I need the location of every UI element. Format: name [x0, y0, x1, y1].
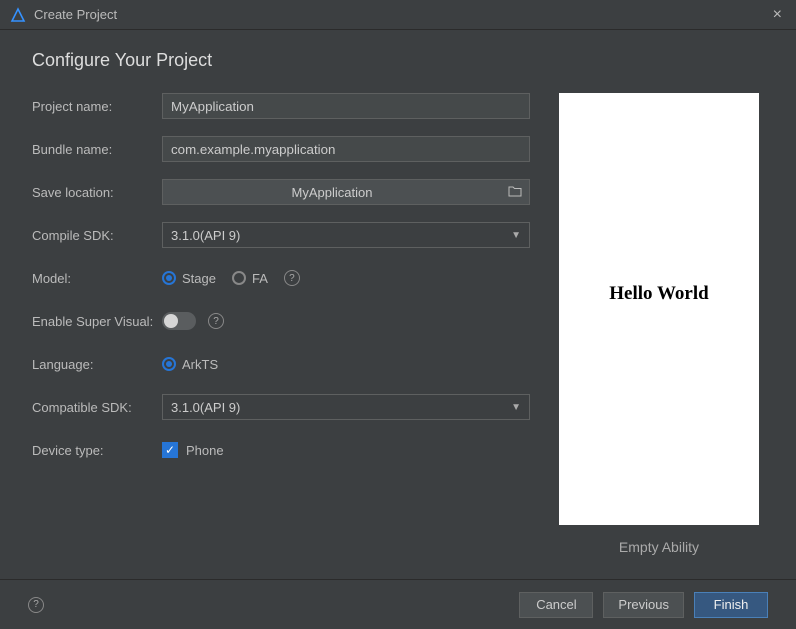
toggle-knob [164, 314, 178, 328]
project-name-input[interactable] [162, 93, 530, 119]
model-stage-radio[interactable]: Stage [162, 271, 216, 286]
chevron-down-icon: ▼ [511, 402, 521, 413]
device-phone-checkbox[interactable]: ✓ [162, 442, 178, 458]
enable-super-visual-toggle[interactable] [162, 312, 196, 330]
folder-icon[interactable] [501, 185, 529, 200]
app-logo-icon [10, 7, 26, 23]
label-device-type: Device type: [32, 443, 162, 458]
language-arkts-radio[interactable]: ArkTS [162, 357, 218, 372]
bundle-name-input[interactable] [162, 136, 530, 162]
window-title: Create Project [34, 7, 769, 22]
chevron-down-icon: ▼ [511, 230, 521, 241]
save-location-field[interactable]: MyApplication [162, 179, 530, 205]
label-save-location: Save location: [32, 185, 162, 200]
compatible-sdk-select[interactable]: 3.1.0(API 9) ▼ [162, 394, 530, 420]
compile-sdk-value: 3.1.0(API 9) [171, 228, 511, 243]
label-project-name: Project name: [32, 99, 162, 114]
model-fa-label: FA [252, 271, 268, 286]
radio-icon [162, 271, 176, 285]
help-icon[interactable]: ? [208, 313, 224, 329]
label-compatible-sdk: Compatible SDK: [32, 400, 162, 415]
label-compile-sdk: Compile SDK: [32, 228, 162, 243]
label-enable-super-visual: Enable Super Visual: [32, 314, 162, 329]
help-icon[interactable]: ? [28, 597, 44, 613]
titlebar: Create Project × [0, 0, 796, 30]
model-fa-radio[interactable]: FA [232, 271, 268, 286]
device-phone-label: Phone [186, 443, 224, 458]
finish-button[interactable]: Finish [694, 592, 768, 618]
page-title: Configure Your Project [32, 50, 764, 71]
model-stage-label: Stage [182, 271, 216, 286]
preview-column: Hello World Empty Ability [554, 93, 764, 555]
compatible-sdk-value: 3.1.0(API 9) [171, 400, 511, 415]
preview-caption: Empty Ability [619, 539, 699, 555]
preview-text: Hello World [609, 283, 708, 305]
radio-icon [232, 271, 246, 285]
close-icon[interactable]: × [769, 6, 786, 24]
label-language: Language: [32, 357, 162, 372]
compile-sdk-select[interactable]: 3.1.0(API 9) ▼ [162, 222, 530, 248]
label-bundle-name: Bundle name: [32, 142, 162, 157]
previous-button[interactable]: Previous [603, 592, 684, 618]
help-icon[interactable]: ? [284, 270, 300, 286]
radio-icon [162, 357, 176, 371]
save-location-value: MyApplication [163, 185, 501, 200]
form: Project name: Bundle name: Save location… [32, 93, 530, 555]
label-model: Model: [32, 271, 162, 286]
language-arkts-label: ArkTS [182, 357, 218, 372]
cancel-button[interactable]: Cancel [519, 592, 593, 618]
template-preview: Hello World [559, 93, 759, 525]
footer: ? Cancel Previous Finish [0, 579, 796, 629]
